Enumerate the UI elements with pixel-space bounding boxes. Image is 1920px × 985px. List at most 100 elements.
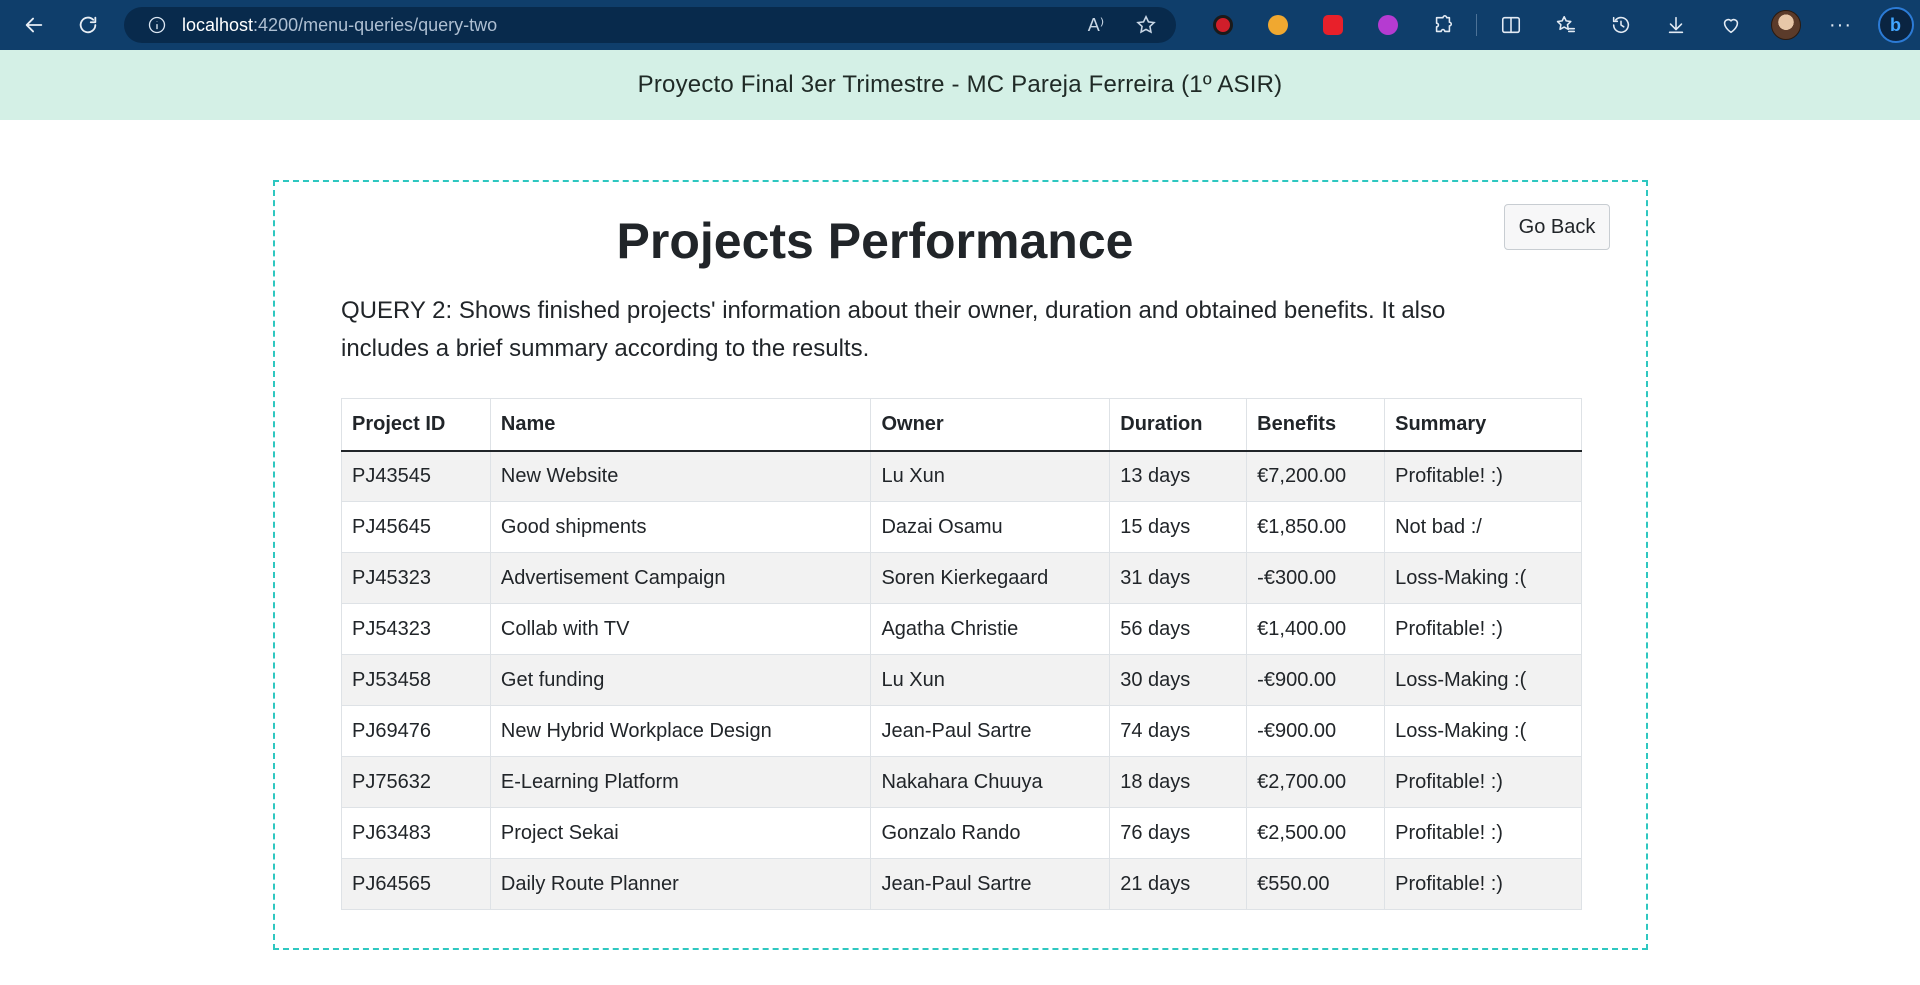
table-cell: 15 days bbox=[1109, 501, 1248, 553]
table-row: PJ75632 E-Learning Platform Nakahara Chuuy… bbox=[341, 756, 1582, 808]
extension-hand-icon[interactable] bbox=[1305, 0, 1360, 50]
split-screen-icon[interactable] bbox=[1483, 0, 1538, 50]
column-header: Project ID bbox=[341, 398, 491, 452]
table-cell: Dazai Osamu bbox=[870, 501, 1111, 553]
table-cell: PJ69476 bbox=[341, 705, 491, 757]
column-header: Owner bbox=[870, 398, 1111, 452]
refresh-button[interactable] bbox=[70, 7, 106, 43]
table-cell: Loss-Making :( bbox=[1384, 552, 1582, 604]
toolbar-divider bbox=[1476, 14, 1477, 36]
extensions-puzzle-icon[interactable] bbox=[1415, 0, 1470, 50]
query-card: Go Back Projects Performance QUERY 2: Sh… bbox=[273, 180, 1648, 950]
table-cell: Collab with TV bbox=[489, 603, 872, 655]
extension-lr-icon[interactable] bbox=[1360, 0, 1415, 50]
query-description: QUERY 2: Shows finished projects' inform… bbox=[341, 297, 1446, 362]
table-cell: Soren Kierkegaard bbox=[870, 552, 1111, 604]
table-row: PJ54323 Collab with TV Agatha Christie 56 d… bbox=[341, 603, 1582, 655]
table-cell: PJ64565 bbox=[341, 858, 491, 910]
column-header: Duration bbox=[1109, 398, 1248, 452]
table-cell: 13 days bbox=[1109, 450, 1248, 502]
table-cell: PJ43545 bbox=[341, 450, 491, 502]
table-cell: Lu Xun bbox=[870, 654, 1111, 706]
table-cell: 31 days bbox=[1109, 552, 1248, 604]
table-row: PJ43545 New Website Lu Xun 13 days €7,200.00… bbox=[341, 450, 1582, 502]
table-cell: €550.00 bbox=[1246, 858, 1386, 910]
copilot-icon[interactable]: b bbox=[1868, 0, 1920, 50]
downloads-icon[interactable] bbox=[1648, 0, 1703, 50]
settings-more-icon[interactable]: ··· bbox=[1813, 0, 1868, 50]
column-header: Name bbox=[489, 398, 872, 452]
table-cell: Profitable! :) bbox=[1384, 858, 1582, 910]
table-cell: PJ45323 bbox=[341, 552, 491, 604]
table-cell: €2,700.00 bbox=[1246, 756, 1386, 808]
extension-cookie-icon[interactable] bbox=[1250, 0, 1305, 50]
url-text[interactable]: localhost:4200/menu-queries/query-two bbox=[182, 15, 497, 36]
address-bar[interactable]: localhost:4200/menu-queries/query-two A⁾ bbox=[124, 7, 1176, 43]
favorite-star-icon[interactable] bbox=[1134, 13, 1158, 37]
table-cell: -€900.00 bbox=[1246, 654, 1386, 706]
table-cell: PJ53458 bbox=[341, 654, 491, 706]
table-cell: Jean-Paul Sartre bbox=[870, 858, 1111, 910]
table-cell: €1,850.00 bbox=[1246, 501, 1386, 553]
table-cell: Loss-Making :( bbox=[1384, 654, 1582, 706]
more-label: ··· bbox=[1829, 13, 1852, 36]
table-cell: Jean-Paul Sartre bbox=[870, 705, 1111, 757]
table-cell: 30 days bbox=[1109, 654, 1248, 706]
back-button[interactable] bbox=[16, 7, 52, 43]
table-cell: PJ75632 bbox=[341, 756, 491, 808]
table-cell: 56 days bbox=[1109, 603, 1248, 655]
table-row: PJ69476 New Hybrid Workplace Design Jean-P… bbox=[341, 705, 1582, 757]
table-cell: Daily Route Planner bbox=[489, 858, 872, 910]
url-host: localhost bbox=[182, 14, 254, 35]
projects-table: Project ID Name Owner Duration Benefits Summa… bbox=[341, 398, 1582, 910]
table-cell: Profitable! :) bbox=[1384, 603, 1582, 655]
table-row: PJ45645 Good shipments Dazai Osamu 15 days €… bbox=[341, 501, 1582, 553]
table-cell: 21 days bbox=[1109, 858, 1248, 910]
table-cell: Profitable! :) bbox=[1384, 756, 1582, 808]
table-cell: Advertisement Campaign bbox=[489, 552, 872, 604]
extension-adblock-icon[interactable] bbox=[1195, 0, 1250, 50]
table-row: PJ53458 Get funding Lu Xun 30 days -€900.00 L… bbox=[341, 654, 1582, 706]
table-cell: Profitable! :) bbox=[1384, 450, 1582, 502]
history-icon[interactable] bbox=[1593, 0, 1648, 50]
table-row: PJ45323 Advertisement Campaign Soren Kierk… bbox=[341, 552, 1582, 604]
table-cell: €7,200.00 bbox=[1246, 450, 1386, 502]
table-header-row: Project ID Name Owner Duration Benefits Summa… bbox=[341, 398, 1582, 452]
table-cell: New Website bbox=[489, 450, 872, 502]
table-cell: Lu Xun bbox=[870, 450, 1111, 502]
app-header: Proyecto Final 3er Trimestre - MC Pareja… bbox=[0, 50, 1920, 120]
table-row: PJ63483 Project Sekai Gonzalo Rando 76 days… bbox=[341, 807, 1582, 859]
go-back-button[interactable]: Go Back bbox=[1504, 204, 1610, 250]
arrow-left-icon bbox=[25, 17, 43, 33]
table-cell: PJ63483 bbox=[341, 807, 491, 859]
table-cell: -€900.00 bbox=[1246, 705, 1386, 757]
table-cell: Good shipments bbox=[489, 501, 872, 553]
column-header: Benefits bbox=[1246, 398, 1386, 452]
table-cell: Project Sekai bbox=[489, 807, 872, 859]
profile-avatar[interactable] bbox=[1758, 0, 1813, 50]
favorites-icon[interactable] bbox=[1538, 0, 1593, 50]
app-title: Proyecto Final 3er Trimestre - MC Pareja… bbox=[637, 71, 1283, 98]
table-cell: 18 days bbox=[1109, 756, 1248, 808]
table-cell: Gonzalo Rando bbox=[870, 807, 1111, 859]
table-cell: E-Learning Platform bbox=[489, 756, 872, 808]
read-aloud-icon[interactable]: A⁾ bbox=[1084, 13, 1108, 37]
table-row: PJ64565 Daily Route Planner Jean-Paul Sart… bbox=[341, 858, 1582, 910]
browser-toolbar: localhost:4200/menu-queries/query-two A⁾ bbox=[0, 0, 1920, 50]
refresh-icon bbox=[79, 16, 97, 34]
info-icon[interactable] bbox=[146, 14, 168, 36]
table-cell: Nakahara Chuuya bbox=[870, 756, 1111, 808]
column-header: Summary bbox=[1384, 398, 1582, 452]
page-title: Projects Performance bbox=[616, 213, 1134, 269]
table-cell: Profitable! :) bbox=[1384, 807, 1582, 859]
table-cell: PJ54323 bbox=[341, 603, 491, 655]
table-cell: 74 days bbox=[1109, 705, 1248, 757]
browser-essentials-icon[interactable] bbox=[1703, 0, 1758, 50]
read-aloud-glyph: A⁾ bbox=[1087, 14, 1105, 35]
table-cell: €2,500.00 bbox=[1246, 807, 1386, 859]
table-cell: PJ45645 bbox=[341, 501, 491, 553]
table-cell: €1,400.00 bbox=[1246, 603, 1386, 655]
table-cell: 76 days bbox=[1109, 807, 1248, 859]
table-cell: New Hybrid Workplace Design bbox=[489, 705, 872, 757]
table-cell: Not bad :/ bbox=[1384, 501, 1582, 553]
